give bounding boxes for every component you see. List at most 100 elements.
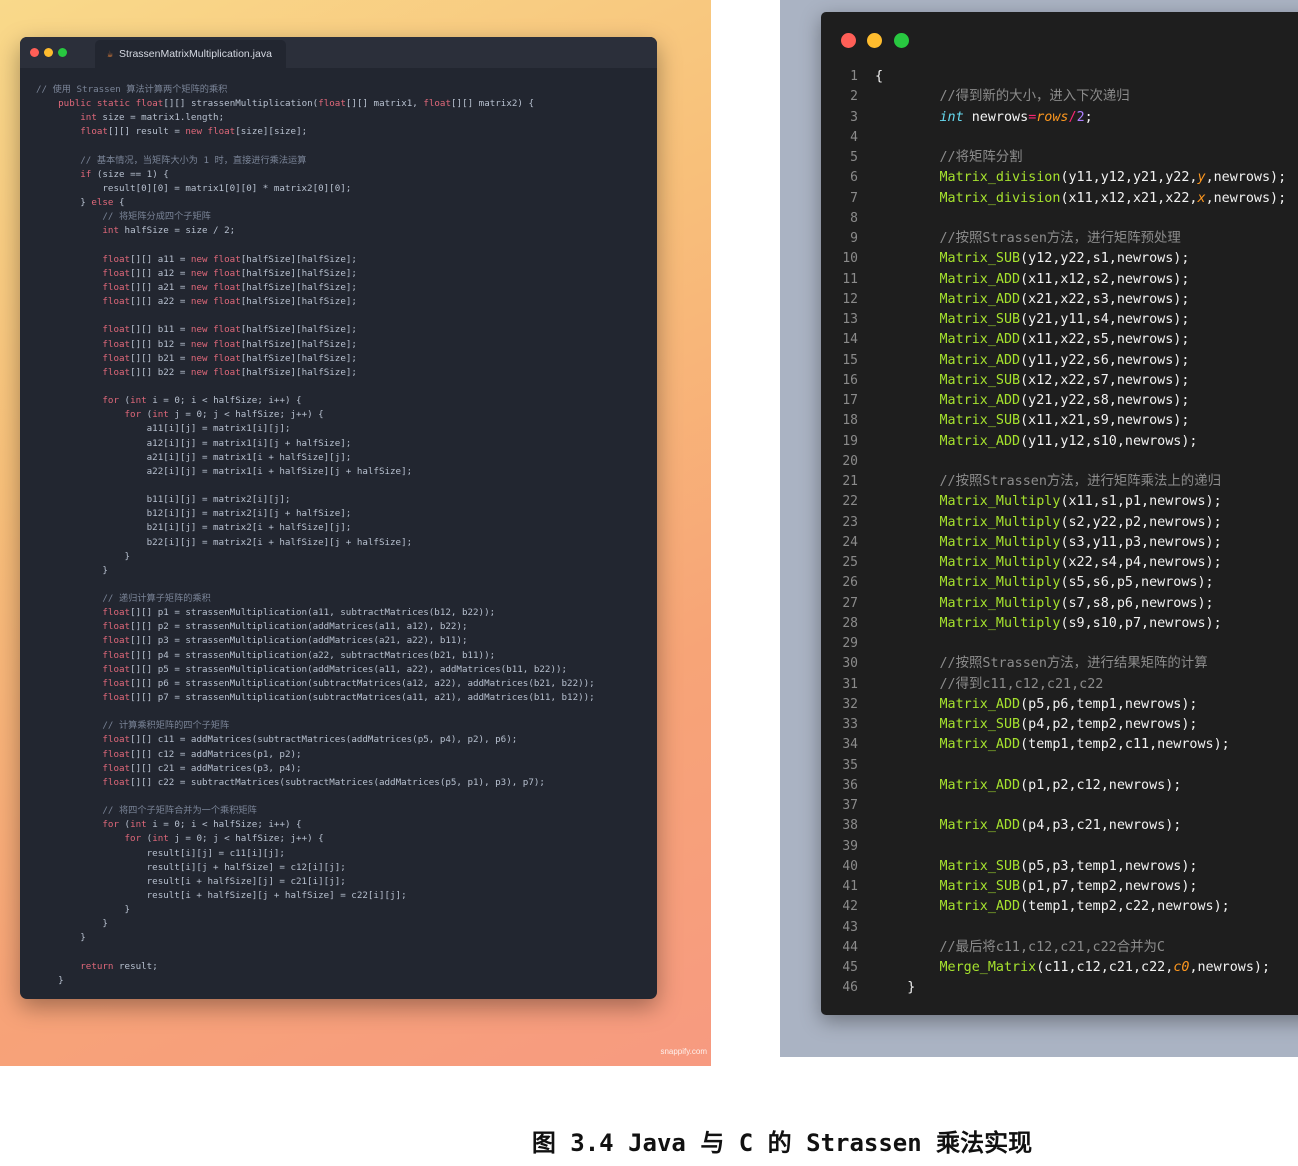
line-number: 29: [842, 636, 858, 651]
maximize-window-dot[interactable]: [58, 48, 67, 57]
line-number: 15: [842, 352, 858, 368]
code-line: float[][] c21 = addMatrices(p3, p4);: [102, 762, 302, 774]
line-number: 38: [842, 818, 858, 834]
code-line: Matrix_SUB(p4,p2,temp2,newrows);: [939, 717, 1198, 732]
code-line: // 递归计算子矩阵的乘积: [36, 593, 211, 605]
code-line: float[][] a12 = new float[halfSize][half…: [102, 267, 357, 279]
line-number: 8: [850, 210, 858, 226]
code-line: }: [36, 932, 86, 944]
code-line: Matrix_division(y11,y12,y21,y22,y,newrow…: [939, 170, 1287, 186]
code-line: }: [875, 980, 916, 996]
code-line: public static float[][] strassenMultipli…: [58, 98, 534, 110]
line-number-gutter: 1 2 3 4 5 6 7 8 9 10 11 12 13 14 15 16 17 18 19 20 21 22 23 24 2…: [821, 67, 858, 999]
code-line: float[][] a22 = new float[halfSize][half…: [102, 296, 357, 308]
file-tab[interactable]: ☕ StrassenMatrixMultiplication.java: [95, 40, 286, 68]
code-line: Matrix_division(x11,x12,x21,x22,x,newrow…: [939, 190, 1287, 206]
code-line: result[i][j + halfSize] = c12[i][j];: [36, 861, 346, 873]
code-line: Matrix_SUB(p5,p3,temp1,newrows);: [939, 858, 1198, 874]
code-line: }: [36, 564, 108, 576]
close-window-dot[interactable]: [841, 33, 856, 48]
watermark: snappify.com: [660, 1047, 707, 1056]
line-number: 16: [842, 372, 858, 388]
line-number: 43: [842, 919, 858, 935]
code-line: Matrix_Multiply(s7,s8,p6,newrows);: [939, 595, 1214, 611]
line-number: 2: [850, 89, 858, 105]
line-number: 31: [842, 676, 858, 692]
code-line: float[][] c11 = addMatrices(subtractMatr…: [102, 734, 518, 746]
line-number: 34: [842, 737, 858, 753]
code-line: float[][] c22 = subtractMatrices(subtrac…: [102, 776, 545, 788]
code-line: if (size == 1) {: [80, 168, 169, 180]
code-line: //得到c11,c12,c21,c22: [875, 676, 1104, 692]
line-number: 25: [842, 555, 858, 570]
java-code-window: ☕ StrassenMatrixMultiplication.java // 使…: [20, 37, 657, 999]
code-line: float[][] p6 = strassenMultiplication(su…: [102, 677, 595, 689]
code-line: b12[i][j] = matrix2[i][j + halfSize];: [36, 508, 352, 520]
code-line: //最后将c11,c12,c21,c22合并为C: [875, 939, 1165, 955]
code-line: // 使用 Strassen 算法计算两个矩阵的乘积: [36, 84, 228, 95]
line-number: 11: [842, 271, 858, 287]
code-line: Matrix_SUB(y21,y11,s4,newrows);: [939, 312, 1190, 327]
code-line: float[][] p1 = strassenMultiplication(a1…: [102, 607, 496, 619]
line-number: 41: [842, 879, 858, 894]
close-window-dot[interactable]: [30, 48, 39, 57]
code-line: // 计算乘积矩阵的四个子矩阵: [36, 720, 230, 732]
line-number: 13: [842, 312, 858, 327]
code-line: a22[i][j] = matrix1[i + halfSize][j + ha…: [36, 465, 413, 477]
line-number: 17: [842, 393, 858, 408]
line-number: 21: [842, 474, 858, 489]
code-line: int halfSize = size / 2;: [102, 225, 236, 237]
code-line: Matrix_ADD(x11,x12,s2,newrows);: [939, 271, 1190, 287]
code-line: result[i + halfSize][j] = c21[i][j];: [36, 875, 346, 887]
code-line: float[][] b21 = new float[halfSize][half…: [102, 352, 357, 364]
code-line: Matrix_SUB(x12,x22,s7,newrows);: [939, 372, 1190, 388]
code-line: float[][] b11 = new float[halfSize][half…: [102, 324, 357, 336]
line-number: 42: [842, 899, 858, 915]
code-line: float[][] c12 = addMatrices(p1, p2);: [102, 748, 302, 760]
code-line: Matrix_Multiply(x22,s4,p4,newrows);: [939, 555, 1222, 570]
code-line: int newrows=rows/2;: [939, 109, 1093, 125]
line-number: 9: [850, 231, 858, 246]
line-number: 22: [842, 494, 858, 510]
code-line: Matrix_Multiply(x11,s1,p1,newrows);: [939, 494, 1222, 510]
line-number: 24: [842, 534, 858, 550]
code-line: }: [36, 550, 131, 562]
code-line: Matrix_ADD(p5,p6,temp1,newrows);: [939, 696, 1198, 712]
line-number: 45: [842, 960, 858, 975]
code-line: //按照Strassen方法，进行矩阵乘法上的递归: [875, 474, 1221, 489]
java-icon: ☕: [107, 48, 114, 60]
line-number: 36: [842, 777, 858, 793]
line-number: 39: [842, 838, 858, 854]
line-number: 28: [842, 615, 858, 631]
code-line: // 将四个子矩阵合并为一个乘积矩阵: [36, 805, 257, 817]
minimize-window-dot[interactable]: [867, 33, 882, 48]
maximize-window-dot[interactable]: [894, 33, 909, 48]
code-line: Matrix_Multiply(s5,s6,p5,newrows);: [939, 575, 1214, 591]
code-line: Matrix_ADD(temp1,temp2,c11,newrows);: [939, 737, 1230, 753]
java-code-block: // 使用 Strassen 算法计算两个矩阵的乘积 public static…: [36, 83, 651, 988]
code-line: //将矩阵分割: [875, 150, 1023, 165]
code-line: a11[i][j] = matrix1[i][j];: [36, 423, 291, 435]
code-line: Merge_Matrix(c11,c12,c21,c22,c0,newrows)…: [939, 960, 1271, 975]
code-line: }: [36, 904, 131, 916]
code-line: {: [875, 69, 884, 84]
code-line: float[][] a11 = new float[halfSize][half…: [102, 253, 357, 265]
line-number: 35: [842, 757, 858, 773]
minimize-window-dot[interactable]: [44, 48, 53, 57]
code-line: return result;: [80, 960, 158, 972]
code-line: result[0][0] = matrix1[0][0] * matrix2[0…: [36, 182, 352, 194]
code-line: //按照Strassen方法，进行矩阵预处理: [875, 231, 1181, 246]
code-line: Matrix_ADD(p1,p2,c12,newrows);: [939, 777, 1182, 793]
line-number: 19: [842, 433, 858, 449]
code-line: Matrix_ADD(y11,y12,s10,newrows);: [939, 433, 1198, 449]
